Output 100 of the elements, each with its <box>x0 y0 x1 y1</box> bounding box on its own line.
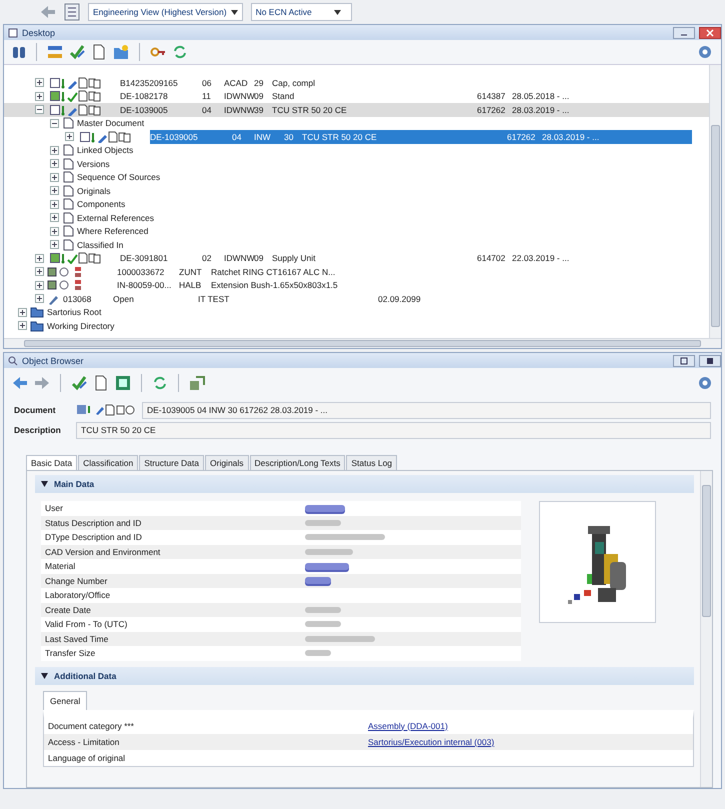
page-icon[interactable] <box>91 44 107 60</box>
row-cells[interactable]: B14235209165 06 ACAD 29 Cap, compl <box>120 76 477 90</box>
check-pencil-icon[interactable] <box>71 375 87 391</box>
expand-icon[interactable] <box>50 146 59 155</box>
property-label: Language of original <box>47 752 126 762</box>
tree-node-label[interactable]: Working Directory <box>44 320 114 331</box>
expand-icon[interactable] <box>35 280 44 290</box>
blurred-link[interactable] <box>305 504 345 512</box>
page-icon[interactable] <box>93 375 109 391</box>
tree-cell-text: IT TEST <box>198 294 230 304</box>
binoculars-icon[interactable] <box>12 44 26 60</box>
folder-star-icon[interactable] <box>113 44 129 60</box>
tab[interactable]: Description/Long Texts <box>250 455 346 470</box>
tab[interactable]: Classification <box>78 455 138 470</box>
row-cells[interactable]: DE-1082178 11 IDWNW09 Stand 614387 28.05.2018 - ... <box>120 90 602 103</box>
expand-icon[interactable] <box>18 308 27 317</box>
tree-node-label[interactable]: Master Document <box>74 118 144 128</box>
tree-node-label[interactable]: Sequence Of Sources <box>74 172 160 182</box>
tree-node-label[interactable]: Sartorius Root <box>44 307 102 318</box>
expand-icon[interactable] <box>50 172 59 182</box>
expand-icon[interactable] <box>50 213 59 222</box>
refresh-icon[interactable] <box>172 44 188 60</box>
horizontal-scrollbar[interactable] <box>4 338 721 348</box>
section-header[interactable]: Additional Data <box>35 666 694 684</box>
expand-icon[interactable] <box>35 78 44 88</box>
vertical-scrollbar[interactable] <box>700 471 712 787</box>
settings-icon[interactable] <box>697 375 713 391</box>
property-label: DType Description and ID <box>44 532 143 542</box>
expand-icon[interactable] <box>18 321 27 330</box>
node-icon <box>62 238 74 251</box>
collapse-icon[interactable] <box>35 105 44 114</box>
expand-icon[interactable] <box>50 186 59 196</box>
property-label: CAD Version and Environment <box>44 546 162 557</box>
maximize-button[interactable] <box>699 354 721 366</box>
vertical-scrollbar[interactable] <box>709 65 721 338</box>
blurred-value <box>305 606 341 613</box>
property-link[interactable]: Sartorius/Execution internal (003) <box>368 736 494 746</box>
section-header[interactable]: Main Data <box>35 475 694 493</box>
export-icon[interactable] <box>189 375 205 391</box>
tab[interactable]: Basic Data <box>26 455 78 470</box>
tree-node-label[interactable]: Where Referenced <box>74 226 148 236</box>
property-label: Transfer Size <box>44 648 96 658</box>
tree-node-label[interactable]: Linked Objects <box>74 145 134 156</box>
blurred-link[interactable] <box>305 562 349 570</box>
tree-cell-text: 1000033672 <box>117 266 166 277</box>
tab[interactable]: General <box>43 690 88 710</box>
expand-icon[interactable] <box>50 226 59 236</box>
tree-cell-text: Ratchet RING CT16167 ALC N... <box>211 266 336 277</box>
expand-icon[interactable] <box>50 240 59 250</box>
tree-node-label[interactable]: Versions <box>74 158 110 169</box>
expand-icon[interactable] <box>50 159 59 168</box>
tab[interactable]: Originals <box>205 455 249 470</box>
view-dropdown[interactable]: Engineering View (Highest Version) <box>88 3 243 21</box>
node-icon <box>62 184 74 197</box>
tree-node-label[interactable]: External References <box>74 212 154 223</box>
expand-icon[interactable] <box>35 254 44 263</box>
description-field[interactable]: TCU STR 50 20 CE <box>76 422 711 438</box>
expand-icon[interactable] <box>65 132 74 142</box>
minimize-button[interactable] <box>673 26 695 38</box>
check-pencil-icon[interactable] <box>69 44 85 60</box>
collapse-icon[interactable] <box>50 118 59 128</box>
row-cells[interactable]: 013068 Open IT TEST 02.09.2099 <box>63 292 458 306</box>
close-button[interactable] <box>699 26 721 38</box>
tree-cell-text: IN-80059-00... <box>117 280 172 290</box>
tree-node-label[interactable]: Originals <box>74 186 111 196</box>
view-icon[interactable] <box>64 3 80 21</box>
tree-cell-text: Stand <box>272 91 296 102</box>
settings-icon[interactable] <box>697 44 713 60</box>
ecn-dropdown[interactable]: No ECN Active <box>250 3 352 21</box>
tree-cell-text: TCU STR 50 20 CE <box>272 104 348 115</box>
tree-cell-text: 39 <box>254 104 264 115</box>
row-cells[interactable]: 1000033672 ZUNT Ratchet RING CT16167 ALC N... <box>117 265 411 278</box>
maximize-icon <box>706 356 714 364</box>
document-field[interactable]: DE-1039005 04 INW 30 617262 28.03.2019 - ... <box>142 402 711 418</box>
tree-cell-text: 04 <box>232 132 242 142</box>
tree-cell-text: 09 <box>254 91 264 102</box>
expand-icon[interactable] <box>50 200 59 209</box>
expand-icon[interactable] <box>35 92 44 101</box>
row-cells[interactable]: IN-80059-00... HALB Extension Bush-1.65x50x803x1.5 <box>117 278 411 292</box>
tree-cell-text: 02.09.2099 <box>378 294 422 304</box>
tab[interactable]: Structure Data <box>139 455 204 470</box>
back-arrow-icon[interactable] <box>12 376 28 390</box>
refresh-icon[interactable] <box>152 375 168 391</box>
expand-icon[interactable] <box>35 294 44 304</box>
tree-node-label[interactable]: Classified In <box>74 240 124 250</box>
image-icon[interactable] <box>115 375 131 391</box>
blurred-link[interactable] <box>305 577 331 584</box>
tree-node-label[interactable]: Components <box>74 199 126 210</box>
row-cells[interactable]: DE-3091801 02 IDWNW09 Supply Unit 614702 22.03.2019 - ... <box>120 252 602 265</box>
expand-icon[interactable] <box>35 267 44 276</box>
node-icon <box>62 171 74 184</box>
property-link[interactable]: Assembly (DDA-001) <box>368 720 448 730</box>
tree-cell-text: Extension Bush-1.65x50x803x1.5 <box>211 280 339 290</box>
tree-cell: IDWNW <box>224 104 254 115</box>
restore-button[interactable] <box>673 354 695 366</box>
node-icon <box>62 198 74 210</box>
selected-row[interactable]: DE-1039005 04 INW 30 TCU STR 50 20 CE 617262 28.03.2019 - ... <box>150 130 692 144</box>
structure-icon[interactable] <box>47 44 63 60</box>
restore-icon <box>680 356 688 364</box>
tab[interactable]: Status Log <box>346 455 398 470</box>
